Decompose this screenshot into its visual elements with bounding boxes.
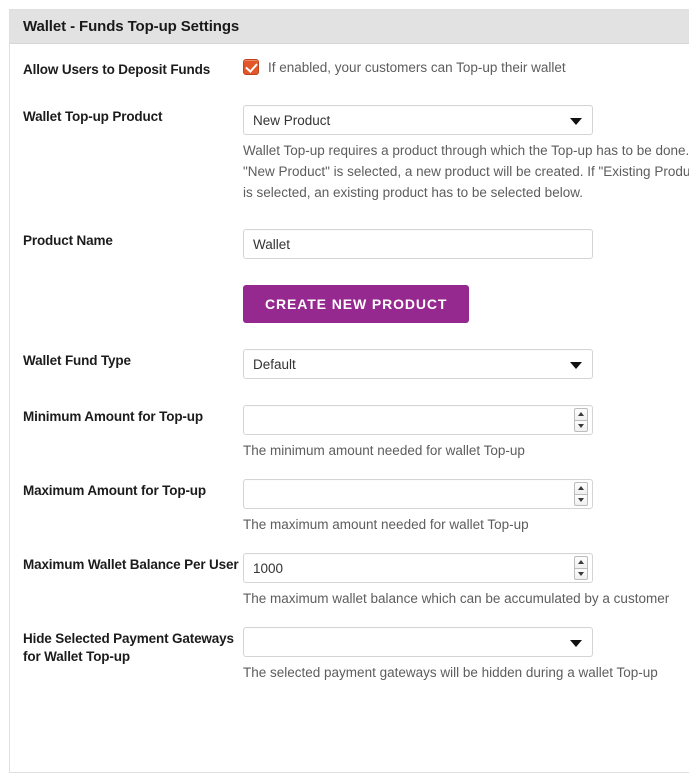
label-max-balance: Maximum Wallet Balance Per User (23, 557, 239, 572)
chevron-down-icon (570, 362, 582, 369)
stepper-down-icon[interactable] (574, 567, 588, 580)
create-new-product-button[interactable]: CREATE NEW PRODUCT (243, 285, 470, 323)
max-balance-input[interactable]: 1000 (243, 553, 593, 583)
row-product-name: Product Name Wallet (10, 229, 689, 259)
stepper-down-icon[interactable] (574, 419, 588, 432)
label-fund-type: Wallet Fund Type (23, 353, 131, 368)
hide-gateways-select[interactable] (243, 627, 593, 657)
label-hide-gateways: Hide Selected Payment Gateways for Walle… (23, 631, 234, 664)
fund-type-select[interactable]: Default (243, 349, 593, 379)
max-balance-wrap: 1000 (243, 553, 593, 583)
field-max-balance: 1000 The maximum wallet balance which ca… (243, 553, 689, 609)
row-allow-deposit: Allow Users to Deposit Funds If enabled,… (10, 58, 689, 79)
label-allow-deposit: Allow Users to Deposit Funds (23, 62, 211, 77)
allow-deposit-description: If enabled, your customers can Top-up th… (268, 59, 566, 75)
field-allow-deposit: If enabled, your customers can Top-up th… (243, 58, 689, 75)
maximum-amount-wrap (243, 479, 593, 509)
chevron-down-icon (570, 118, 582, 125)
label-maximum-amount: Maximum Amount for Top-up (23, 483, 206, 498)
label-create-product-spacer (23, 285, 243, 288)
row-max-balance: Maximum Wallet Balance Per User 1000 The… (10, 553, 689, 609)
field-topup-product: New Product Wallet Top-up requires a pro… (243, 105, 689, 203)
maximum-amount-stepper[interactable] (574, 482, 588, 506)
field-maximum-amount: The maximum amount needed for wallet Top… (243, 479, 689, 535)
stepper-up-icon[interactable] (574, 482, 588, 494)
minimum-amount-wrap (243, 405, 593, 435)
label-minimum-amount: Minimum Amount for Top-up (23, 409, 203, 424)
row-create-product: CREATE NEW PRODUCT (10, 285, 689, 323)
field-fund-type: Default (243, 349, 689, 379)
panel-header: Wallet - Funds Top-up Settings (10, 10, 689, 44)
field-product-name: Wallet (243, 229, 689, 259)
row-maximum-amount: Maximum Amount for Top-up The maximum am… (10, 479, 689, 535)
topup-product-select[interactable]: New Product (243, 105, 593, 135)
stepper-down-icon[interactable] (574, 493, 588, 506)
fund-type-value: Default (253, 356, 296, 372)
field-minimum-amount: The minimum amount needed for wallet Top… (243, 405, 689, 461)
stepper-up-icon[interactable] (574, 556, 588, 568)
stepper-up-icon[interactable] (574, 408, 588, 420)
settings-panel: Wallet - Funds Top-up Settings Allow Use… (9, 9, 689, 773)
row-topup-product: Wallet Top-up Product New Product Wallet… (10, 105, 689, 203)
field-hide-gateways: The selected payment gateways will be hi… (243, 627, 689, 683)
max-balance-stepper[interactable] (574, 556, 588, 580)
product-name-input[interactable]: Wallet (243, 229, 593, 259)
page-title: Wallet - Funds Top-up Settings (23, 18, 240, 35)
minimum-amount-stepper[interactable] (574, 408, 588, 432)
topup-product-hint: Wallet Top-up requires a product through… (243, 143, 689, 200)
label-product-name: Product Name (23, 233, 113, 248)
max-balance-hint: The maximum wallet balance which can be … (243, 591, 670, 606)
allow-deposit-check-line: If enabled, your customers can Top-up th… (243, 58, 689, 75)
field-create-product: CREATE NEW PRODUCT (243, 285, 689, 323)
label-topup-product: Wallet Top-up Product (23, 109, 163, 124)
allow-deposit-checkbox[interactable] (243, 59, 259, 75)
topup-product-value: New Product (253, 112, 331, 128)
row-hide-gateways: Hide Selected Payment Gateways for Walle… (10, 627, 689, 683)
row-minimum-amount: Minimum Amount for Top-up The minimum am… (10, 405, 689, 461)
panel-body: Allow Users to Deposit Funds If enabled,… (10, 44, 689, 705)
minimum-amount-hint: The minimum amount needed for wallet Top… (243, 443, 525, 458)
hide-gateways-hint: The selected payment gateways will be hi… (243, 665, 658, 680)
row-fund-type: Wallet Fund Type Default (10, 349, 689, 379)
chevron-down-icon (570, 640, 582, 647)
minimum-amount-input[interactable] (243, 405, 593, 435)
maximum-amount-hint: The maximum amount needed for wallet Top… (243, 517, 529, 532)
maximum-amount-input[interactable] (243, 479, 593, 509)
max-balance-value: 1000 (253, 560, 284, 576)
product-name-value: Wallet (253, 236, 291, 252)
